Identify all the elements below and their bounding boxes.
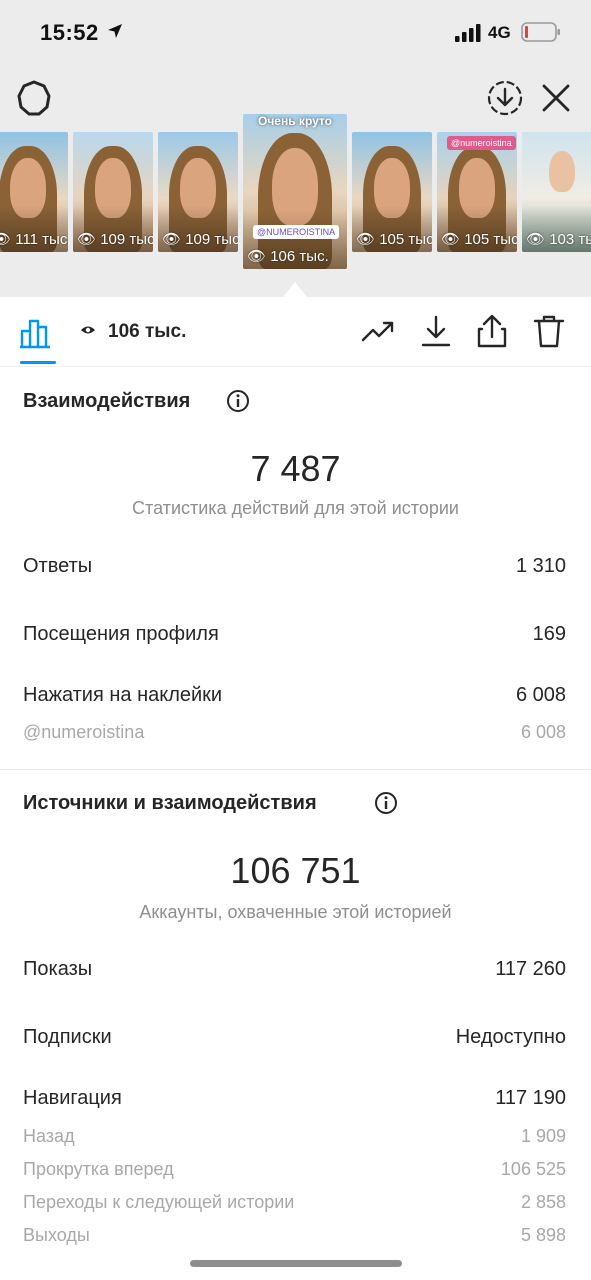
view-count: 106 тыс. bbox=[108, 321, 187, 342]
navigation-value: 117 190 bbox=[495, 1087, 566, 1109]
profile-visits-value: 169 bbox=[532, 623, 566, 645]
sticker-taps-value: 6 008 bbox=[515, 684, 566, 706]
thumbnail-views: 👁 106 тыс. bbox=[247, 248, 329, 265]
profile-visits-label: Посещения профиля bbox=[23, 623, 219, 645]
replies-label: Ответы bbox=[23, 555, 93, 577]
navigation-label: Навигация bbox=[23, 1087, 122, 1109]
exits-value: 5 898 bbox=[520, 1225, 566, 1245]
thumbnail-views: 👁 105 тыс. bbox=[356, 231, 432, 248]
interactions-caption: Статистика действий для этой истории bbox=[132, 498, 459, 518]
close-icon[interactable] bbox=[538, 80, 574, 116]
mention-sticker-value: 6 008 bbox=[520, 722, 566, 742]
thumbnail-views: 👁 105 тыс. bbox=[441, 231, 517, 248]
status-time: 15:52 bbox=[40, 20, 99, 45]
share-icon[interactable] bbox=[474, 313, 510, 349]
home-indicator[interactable] bbox=[190, 1260, 402, 1267]
sticker-taps-label: Нажатия на наклейки bbox=[23, 684, 223, 706]
battery-icon bbox=[521, 22, 560, 42]
replies-value: 1 310 bbox=[515, 555, 566, 577]
selected-thumbnail-pointer bbox=[283, 282, 307, 297]
interactions-section: Взаимодействия 7 487 Статистика действий… bbox=[0, 368, 591, 768]
save-to-archive-icon[interactable] bbox=[485, 78, 525, 118]
network-type: 4G bbox=[488, 23, 511, 42]
story-thumbnail[interactable]: 👁 109 тыс. bbox=[158, 132, 238, 252]
story-action-bar: 106 тыс. bbox=[0, 297, 591, 367]
impressions-value: 117 260 bbox=[495, 958, 566, 980]
accounts-reached-total: 106 751 bbox=[230, 850, 361, 891]
thumbnail-caption: Очень круто bbox=[258, 114, 332, 128]
trending-up-icon[interactable] bbox=[360, 313, 396, 349]
interactions-total: 7 487 bbox=[250, 448, 341, 489]
stories-thumbnail-strip: 👁 111 тыс. 👁 109 тыс. 👁 109 тыс. Очень к… bbox=[0, 114, 591, 289]
exits-label: Выходы bbox=[23, 1225, 90, 1245]
mention-sticker: @NUMEROISTINA bbox=[253, 225, 340, 239]
follows-value: Недоступно bbox=[455, 1026, 566, 1048]
info-icon[interactable] bbox=[374, 791, 398, 815]
trash-icon[interactable] bbox=[531, 313, 567, 349]
story-thumbnail-selected[interactable]: Очень круто @NUMEROISTINA 👁 106 тыс. bbox=[243, 114, 347, 269]
download-icon[interactable] bbox=[418, 313, 454, 349]
location-arrow-icon bbox=[108, 24, 122, 38]
story-header-area: 15:52 4G 👁 111 тыс. 👁 109 тыс. 👁 109 тыс… bbox=[0, 0, 591, 297]
thumbnail-views: 👁 109 тыс. bbox=[162, 231, 238, 248]
mention-sticker: @numeroistina bbox=[447, 136, 516, 150]
forward-value: 106 525 bbox=[500, 1159, 566, 1179]
bar-chart-icon[interactable] bbox=[18, 313, 58, 349]
back-label: Назад bbox=[23, 1126, 75, 1146]
next-story-value: 2 858 bbox=[520, 1192, 566, 1212]
story-thumbnail[interactable]: 👁 109 тыс. bbox=[73, 132, 153, 252]
eye-icon bbox=[81, 326, 95, 334]
settings-gear-icon[interactable] bbox=[14, 78, 54, 118]
thumbnail-views: 👁 109 тыс. bbox=[77, 231, 153, 248]
next-story-label: Переходы к следующей истории bbox=[23, 1192, 295, 1212]
signal-strength-icon bbox=[455, 24, 481, 42]
story-thumbnail[interactable]: 👁 111 тыс. bbox=[0, 132, 68, 252]
back-value: 1 909 bbox=[520, 1126, 566, 1146]
interactions-title: Взаимодействия bbox=[23, 390, 191, 412]
follows-label: Подписки bbox=[23, 1026, 112, 1048]
forward-label: Прокрутка вперед bbox=[23, 1159, 174, 1179]
discovery-title: Источники и взаимодействия bbox=[23, 792, 317, 814]
story-thumbnail[interactable]: 👁 103 тыс. bbox=[522, 132, 591, 252]
story-thumbnail[interactable]: @numeroistina 👁 105 тыс. bbox=[437, 132, 517, 252]
status-bar: 15:52 4G bbox=[0, 0, 591, 66]
info-icon[interactable] bbox=[226, 389, 250, 413]
thumbnail-views: 👁 111 тыс. bbox=[0, 231, 68, 248]
discovery-section: Источники и взаимодействия 106 751 Аккау… bbox=[0, 770, 591, 1250]
mention-sticker-label: @numeroistina bbox=[23, 722, 145, 742]
thumbnail-views: 👁 103 тыс. bbox=[526, 231, 591, 248]
impressions-label: Показы bbox=[23, 958, 93, 980]
accounts-reached-caption: Аккаунты, охваченные этой историей bbox=[139, 902, 452, 922]
story-thumbnail[interactable]: 👁 105 тыс. bbox=[352, 132, 432, 252]
active-tab-indicator bbox=[20, 361, 56, 364]
